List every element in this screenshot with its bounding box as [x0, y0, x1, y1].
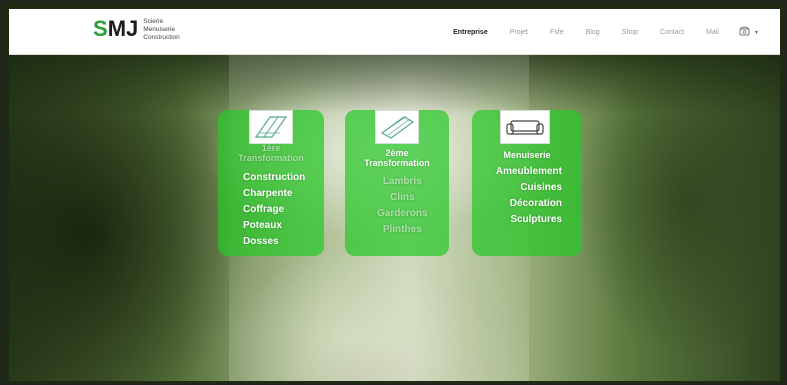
logo-letters-mj: MJ [107, 16, 139, 41]
card-item-list: Lambris Clins Garderons Plinthes [377, 174, 428, 238]
nav-item-fsfe[interactable]: Fsfe [550, 29, 564, 36]
logo-subtitle: Scierie Menuiserie Construction [143, 18, 180, 42]
card-item-cuisines[interactable]: Cuisines [480, 180, 562, 196]
nav-item-entreprise[interactable]: Entreprise [453, 29, 488, 36]
nav-item-contact[interactable]: Contact [660, 29, 684, 36]
hero-forest-background: 1ère Transformation Construction Charpen… [9, 55, 780, 381]
card-item-sculptures[interactable]: Sculptures [480, 212, 562, 228]
main-nav: Entreprise Projet Fsfe Blog Shop Contact… [431, 26, 758, 38]
nav-item-shop[interactable]: Shop [622, 29, 638, 36]
chevron-down-icon[interactable]: ▾ [755, 29, 758, 36]
browser-frame: S MJ Scierie Menuiserie Construction Ent… [0, 0, 787, 385]
card-item-poteaux[interactable]: Poteaux [243, 218, 305, 234]
card-item-list: Construction Charpente Coffrage Poteaux … [243, 170, 305, 250]
card-item-list: Ameublement Cuisines Décoration Sculptur… [480, 164, 562, 228]
planks-icon [249, 110, 293, 144]
logo-sub-line: Menuiserie [143, 26, 176, 33]
nav-item-projet[interactable]: Projet [510, 29, 528, 36]
card-item-ameublement[interactable]: Ameublement [480, 164, 562, 180]
card-item-garderons[interactable]: Garderons [377, 206, 428, 222]
card-item-construction[interactable]: Construction [243, 170, 305, 186]
card-item-dosses[interactable]: Dosses [243, 234, 305, 250]
board-icon [375, 110, 419, 144]
card-item-clins[interactable]: Clins [377, 190, 428, 206]
sofa-icon [500, 110, 550, 144]
card-item-decoration[interactable]: Décoration [480, 196, 562, 212]
card-2eme-transformation[interactable]: 2ème Transformation Lambris Clins Garder… [345, 110, 449, 256]
hero-path-light [259, 305, 459, 381]
card-menuiserie[interactable]: Menuiserie Ameublement Cuisines Décorati… [472, 110, 582, 256]
site-header: S MJ Scierie Menuiserie Construction Ent… [9, 9, 780, 55]
card-item-charpente[interactable]: Charpente [243, 186, 305, 202]
card-title: 1ère Transformation [238, 143, 304, 163]
card-item-lambris[interactable]: Lambris [377, 174, 428, 190]
card-item-plinthes[interactable]: Plinthes [377, 222, 428, 238]
logo-sub-line: Scierie [143, 18, 164, 25]
nav-item-mail[interactable]: Mail [706, 29, 719, 36]
site-logo[interactable]: S MJ Scierie Menuiserie Construction [93, 18, 180, 42]
phone-icon[interactable] [739, 26, 750, 38]
nav-item-blog[interactable]: Blog [586, 29, 600, 36]
card-item-coffrage[interactable]: Coffrage [243, 202, 305, 218]
card-1ere-transformation[interactable]: 1ère Transformation Construction Charpen… [218, 110, 324, 256]
card-title: 2ème Transformation [364, 148, 430, 168]
logo-letter-s: S [93, 16, 108, 41]
logo-sub-line: Construction [143, 34, 180, 41]
card-title: Menuiserie [503, 150, 551, 160]
